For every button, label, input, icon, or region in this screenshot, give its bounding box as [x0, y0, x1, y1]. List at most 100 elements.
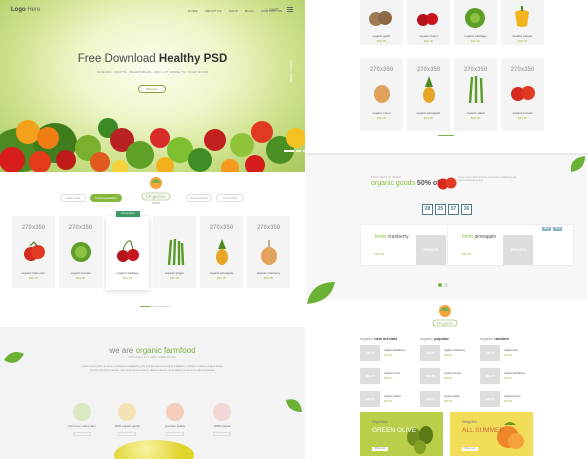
about-title: we are organic farmfood [109, 346, 196, 355]
product-card[interactable]: organic cabbage $20.00 [454, 0, 497, 45]
carousel-indicator[interactable] [140, 306, 170, 307]
onion-icon [374, 85, 390, 103]
peach-image [497, 422, 524, 449]
feature-button[interactable] [118, 432, 136, 436]
carousel-indicator[interactable] [438, 135, 454, 136]
top-navigation: Logo Here HOME ABOUT US SHOP BLOG CONTAC… [0, 0, 305, 22]
deal-image: 200x270 [416, 235, 446, 265]
organic-badge-icon: Organic [432, 305, 458, 327]
basket-icon [118, 403, 136, 421]
menu-icon[interactable] [287, 7, 293, 12]
svg-text:Organic: Organic [437, 321, 454, 326]
mini-product-image[interactable]: 100x75 [480, 345, 500, 361]
asparagus-icon [167, 238, 185, 266]
offer-text: Lorem ipsum dolor sit amet, consectetur … [458, 176, 517, 183]
hero-slider-dots[interactable] [284, 150, 305, 152]
shop-now-button[interactable]: Shop now [372, 447, 388, 451]
column-title-random: organic random [480, 336, 509, 341]
feature-item: fresh from nature farm [67, 403, 97, 436]
tab-fresh-fruits[interactable]: Fresh fruits [60, 194, 86, 202]
mini-product-image[interactable]: 100x75 [420, 391, 440, 407]
tab-fresh-vegetables[interactable]: Fresh vegetables [90, 194, 122, 202]
mini-product-image[interactable]: 100x75 [420, 345, 440, 361]
homepage-right: organic garlic $20.00 organic cherry $20… [305, 0, 587, 459]
product-card[interactable]: healthy pepper $20.00 [501, 0, 544, 45]
countdown-minutes: 57 [448, 204, 459, 215]
countdown-seconds: 36 [461, 204, 472, 215]
leaf-icon [73, 403, 91, 421]
green-olive-banner[interactable]: Vegetable GREEN OLIVE Shop now [360, 412, 443, 456]
product-card[interactable]: organic cherry $20.00 [407, 0, 450, 45]
nav-about[interactable]: ABOUT US [205, 9, 222, 13]
hero-title: Free Download Healthy PSD [77, 53, 228, 65]
mini-product-image[interactable]: 100x75 [360, 391, 380, 407]
nav-shop[interactable]: SHOP [229, 9, 238, 13]
pineapple-icon [423, 76, 435, 103]
hot-product-badge: Hot product [116, 211, 140, 217]
countdown-hours: 25 [435, 204, 446, 215]
shop-now-button[interactable]: Shop now [462, 447, 478, 451]
deal-card[interactable]: NEW SALE fresh pineapple $20.00 200x270 [447, 224, 574, 266]
mini-product-image[interactable]: 100x75 [480, 391, 500, 407]
product-card[interactable]: 270x350 organic salad $20.00 [454, 58, 497, 131]
about-subtitle: ORGANIC NATURE FARMHOUSE [128, 356, 177, 359]
leaf-icon [570, 156, 585, 172]
discover-button[interactable]: Discover [138, 85, 166, 93]
mini-product-image[interactable]: 100x75 [360, 368, 380, 384]
feature-item: 100% organic goods [112, 403, 142, 436]
product-carousel: 270x350 organic hello corn $20.00 270x35… [12, 211, 290, 290]
product-card[interactable]: 270x350 organic onion $20.00 [360, 58, 403, 131]
cabbage-icon [71, 242, 91, 262]
product-card[interactable]: 270x350 organic tomato $24.00 [59, 216, 102, 288]
tab-juice-drinks[interactable]: Juice & drinks [186, 194, 212, 202]
mini-product-image[interactable]: 100x75 [420, 368, 440, 384]
apple-icon [213, 403, 231, 421]
logo[interactable]: Logo Here [11, 7, 40, 13]
product-card[interactable]: 270x350 organic tomato $20.00 [501, 58, 544, 131]
tomato-icon [437, 177, 457, 190]
hero-subtitle: ORGANIC FRUITS, VEGETABLES, AND LOT MORE… [96, 70, 209, 74]
product-card[interactable]: 270x350 organic pineapple $20.00 [407, 58, 450, 131]
pineapple-icon [216, 239, 228, 265]
column-title-popular: organic popular [420, 336, 449, 341]
offer-eyebrow: ENJOY BEST OF OFFER [371, 176, 401, 179]
countdown-days: 28 [422, 204, 433, 215]
product-card[interactable]: organic garlic $20.00 [360, 0, 403, 45]
cabbage-icon [465, 8, 485, 28]
nav-blog[interactable]: BLOG [245, 9, 254, 13]
onion-icon [261, 240, 277, 265]
product-card[interactable]: 270x350 organic pineapple $20.00 [200, 216, 243, 288]
nav-home[interactable]: HOME [188, 9, 198, 13]
mini-product-image[interactable]: 100x75 [360, 345, 380, 361]
garlic-icon [369, 11, 392, 26]
cart-icon: 🛒 [264, 8, 269, 12]
about-text: Lorem ipsum dolor sit amet, consectetur … [81, 365, 224, 372]
leaf-icon [286, 399, 302, 412]
leaf-icon [307, 282, 335, 304]
product-card-featured[interactable]: Hot product organic cabbage $20.00 [106, 211, 149, 290]
tab-fresh-meat[interactable]: Fresh meat [216, 194, 244, 202]
cart-button[interactable]: 🛒 CART [264, 8, 279, 12]
product-card[interactable]: organic ginger $20.00 [153, 216, 196, 288]
feature-button[interactable] [213, 432, 231, 436]
mini-product-image[interactable]: 100x75 [480, 368, 500, 384]
product-card[interactable]: 270x350 organic cranberry $20.00 [247, 216, 290, 288]
feature-button[interactable] [166, 432, 184, 436]
column-title-new-arrivals: organic new arrivals [360, 336, 398, 341]
hero-banner: Logo Here HOME ABOUT US SHOP BLOG CONTAC… [0, 0, 305, 172]
cherry-icon [417, 13, 438, 26]
product-category-tabs: Fresh fruits Fresh vegetables Juice & dr… [60, 193, 245, 205]
cherry-icon [117, 240, 139, 262]
feature-item: 100% natural [207, 403, 237, 436]
offer-slider-dots[interactable] [438, 283, 448, 287]
product-card[interactable]: 270x350 organic hello corn $20.00 [12, 216, 55, 288]
all-summer-banner[interactable]: Delightful ALL SUMMER Shop now [450, 412, 533, 456]
feature-button[interactable] [73, 432, 91, 436]
olive-image [407, 426, 433, 454]
asparagus-icon [468, 76, 484, 104]
offer-title: organic goods 50% off [371, 180, 442, 187]
tomato-icon [511, 86, 535, 101]
deal-image: 200x270 [503, 235, 533, 265]
homepage-left: Logo Here HOME ABOUT US SHOP BLOG CONTAC… [0, 0, 305, 459]
pepper-icon [515, 6, 529, 27]
